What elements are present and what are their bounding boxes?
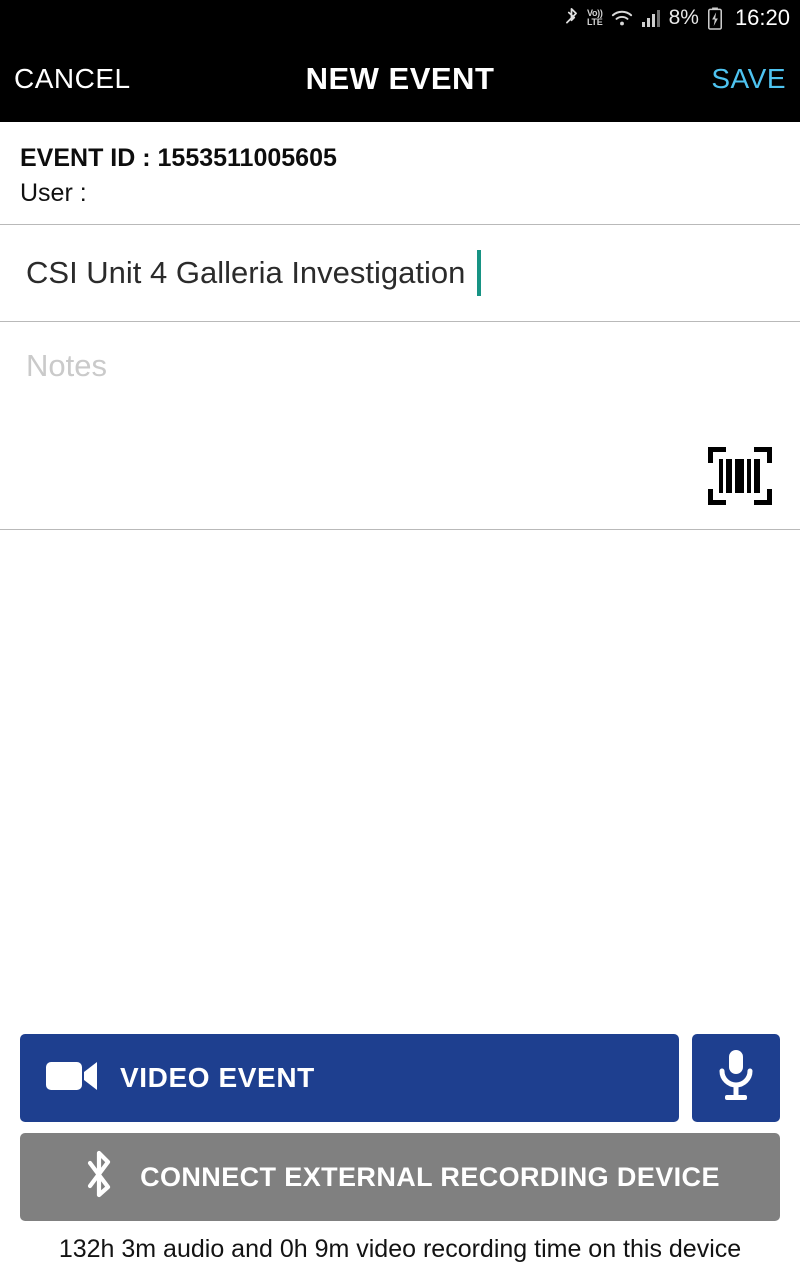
event-id-label: EVENT ID : 1553511005605	[20, 144, 337, 172]
cellular-signal-icon	[641, 8, 661, 28]
volte-bottom: LTE	[587, 17, 603, 27]
notes-input[interactable]: Notes	[0, 322, 800, 530]
event-info-block: EVENT ID : 1553511005605 User :	[0, 122, 800, 225]
barcode-scan-icon[interactable]	[707, 446, 773, 506]
app-bar: CANCEL NEW EVENT SAVE	[0, 36, 800, 122]
bluetooth-icon	[564, 7, 579, 29]
video-camera-icon	[46, 1059, 98, 1098]
connect-external-device-button[interactable]: CONNECT EXTERNAL RECORDING DEVICE	[20, 1133, 780, 1221]
battery-charging-icon	[707, 6, 723, 30]
text-cursor	[477, 250, 482, 296]
status-bar-clock: 16:20	[734, 5, 790, 30]
save-button[interactable]: SAVE	[711, 63, 786, 95]
event-title-value: CSI Unit 4 Galleria Investigation	[26, 255, 466, 290]
notes-placeholder: Notes	[26, 348, 107, 383]
cancel-button[interactable]: CANCEL	[14, 63, 131, 95]
recording-time-note: 132h 3m audio and 0h 9m video recording …	[58, 1235, 742, 1263]
content-spacer	[0, 530, 800, 1034]
wifi-icon	[611, 8, 633, 28]
microphone-icon	[715, 1048, 757, 1109]
user-label: User :	[20, 179, 87, 207]
video-event-button[interactable]: VIDEO EVENT	[20, 1034, 679, 1122]
connect-external-device-label: CONNECT EXTERNAL RECORDING DEVICE	[140, 1161, 720, 1192]
event-title-input[interactable]: CSI Unit 4 Galleria Investigation	[0, 225, 800, 322]
app-screen: Vo)) LTE 8% 16:20 CANCEL NEW EVENT SAVE …	[0, 0, 800, 1280]
action-buttons: VIDEO EVENT CONNECT EXTERNAL RECORDING D…	[0, 1034, 800, 1235]
battery-percent-label: 8%	[668, 6, 699, 29]
volte-indicator: Vo)) LTE	[587, 9, 603, 27]
video-event-label: VIDEO EVENT	[120, 1062, 315, 1093]
status-bar-icons: Vo)) LTE 8% 16:20	[564, 5, 790, 31]
audio-event-button[interactable]	[692, 1034, 780, 1122]
bluetooth-icon	[80, 1147, 118, 1208]
primary-action-row: VIDEO EVENT	[20, 1034, 780, 1122]
status-bar: Vo)) LTE 8% 16:20	[0, 0, 800, 36]
